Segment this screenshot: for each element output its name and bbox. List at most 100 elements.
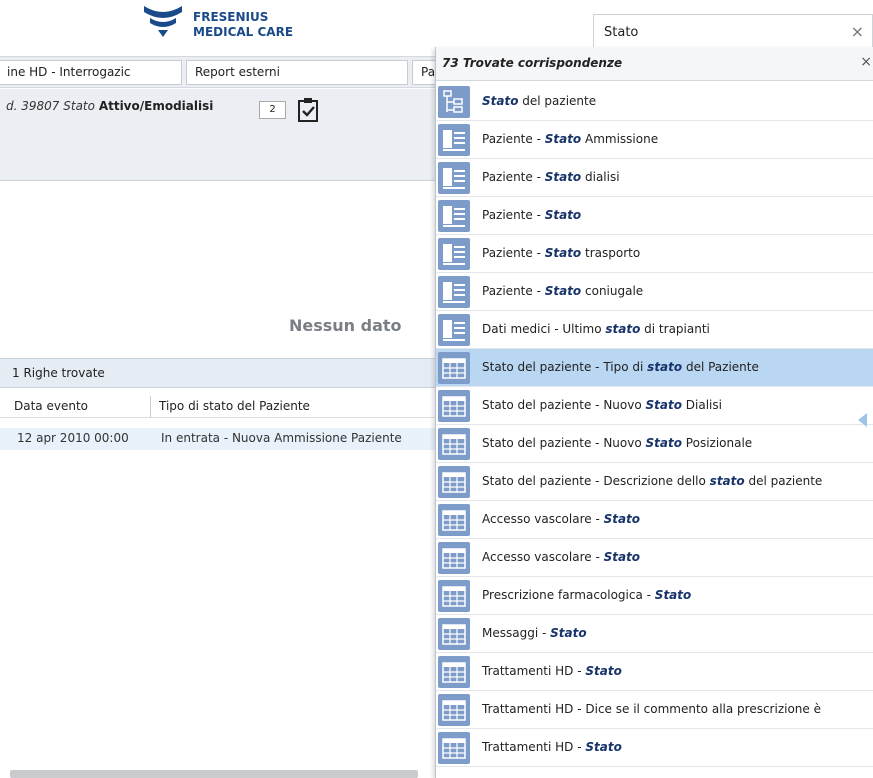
- grid-header: Data evento Tipo di stato del Paziente: [0, 396, 435, 418]
- form-icon: [438, 162, 470, 194]
- match-highlight: stato: [709, 474, 745, 488]
- count-badge[interactable]: 2: [259, 101, 286, 119]
- list-item[interactable]: Paziente - Stato coniugale: [436, 273, 873, 311]
- results-header: 73 Trovate corrispondenze ×: [436, 47, 873, 81]
- match-highlight: Stato: [544, 246, 582, 260]
- close-icon[interactable]: ×: [860, 54, 872, 70]
- label-prefix: Paziente -: [482, 208, 545, 222]
- label-suffix: di trapianti: [640, 322, 710, 336]
- tab-interrogazioni[interactable]: ine HD - Interrogazic: [0, 60, 182, 85]
- clipboard-check-icon[interactable]: [296, 97, 320, 123]
- table-icon: [438, 352, 470, 384]
- column-header-date[interactable]: Data evento: [14, 399, 88, 413]
- results-list: Stato del paziente Paziente - Stato Ammis…: [436, 83, 873, 767]
- list-item[interactable]: Stato del paziente - Nuovo Stato Dialisi: [436, 387, 873, 425]
- label-prefix: Trattamenti HD - Dice se il commento all…: [482, 702, 821, 716]
- label-suffix: del paziente: [744, 474, 823, 488]
- scroll-left-arrow-icon[interactable]: [858, 413, 867, 427]
- list-item-label: Stato del paziente - Tipo di stato del P…: [482, 360, 759, 374]
- list-item[interactable]: Trattamenti HD - Stato: [436, 729, 873, 767]
- match-highlight: Stato: [544, 132, 582, 146]
- toolbar-band: [0, 139, 435, 181]
- column-header-type[interactable]: Tipo di stato del Paziente: [159, 399, 310, 413]
- status-value: Attivo/Emodialisi: [98, 99, 214, 113]
- list-item[interactable]: Paziente - Stato Ammissione: [436, 121, 873, 159]
- patient-info-bar: d. 39807 Stato Attivo/Emodialisi 2: [0, 89, 435, 139]
- table-icon: [438, 466, 470, 498]
- label-suffix: coniugale: [581, 284, 644, 298]
- form-icon: [438, 314, 470, 346]
- match-highlight: Stato: [585, 664, 622, 678]
- search-results-dropdown: 73 Trovate corrispondenze × Stato del pa…: [435, 47, 873, 778]
- list-item-label: Prescrizione farmacologica - Stato: [482, 588, 691, 602]
- list-item-label: Stato del paziente: [482, 94, 596, 108]
- list-item[interactable]: Stato del paziente - Tipo di stato del P…: [436, 349, 873, 387]
- cell-type: In entrata - Nuova Ammissione Paziente: [161, 431, 402, 445]
- form-icon: [438, 276, 470, 308]
- label-prefix: Accesso vascolare -: [482, 512, 604, 526]
- tree-icon: [438, 86, 470, 118]
- list-item[interactable]: Messaggi - Stato: [436, 615, 873, 653]
- table-row[interactable]: 12 apr 2010 00:00 In entrata - Nuova Amm…: [0, 428, 435, 450]
- list-item[interactable]: Accesso vascolare - Stato: [436, 539, 873, 577]
- list-item-label: Paziente - Stato coniugale: [482, 284, 643, 298]
- table-icon: [438, 656, 470, 688]
- global-search: ×: [593, 14, 873, 50]
- list-item[interactable]: Trattamenti HD - Dice se il commento all…: [436, 691, 873, 729]
- list-item[interactable]: Paziente - Stato trasporto: [436, 235, 873, 273]
- label-suffix: dialisi: [581, 170, 620, 184]
- clear-search-icon[interactable]: ×: [851, 22, 864, 41]
- empty-message: Nessun dato: [289, 316, 402, 335]
- list-item[interactable]: Trattamenti HD - Stato: [436, 653, 873, 691]
- rows-found-bar: 1 Righe trovate: [0, 358, 435, 388]
- match-highlight: stato: [605, 322, 641, 336]
- label-suffix: del paziente: [518, 94, 597, 108]
- match-highlight: Stato: [645, 398, 682, 412]
- search-input[interactable]: [594, 15, 834, 49]
- table-icon: [438, 580, 470, 612]
- list-item[interactable]: Stato del paziente - Descrizione dello s…: [436, 463, 873, 501]
- list-item[interactable]: Stato del paziente - Nuovo Stato Posizio…: [436, 425, 873, 463]
- label-prefix: Paziente -: [482, 132, 545, 146]
- list-item[interactable]: Paziente - Stato: [436, 197, 873, 235]
- list-item-label: Trattamenti HD - Dice se il commento all…: [482, 702, 821, 716]
- list-item-label: Dati medici - Ultimo stato di trapianti: [482, 322, 710, 336]
- table-icon: [438, 618, 470, 650]
- list-item-label: Stato del paziente - Nuovo Stato Posizio…: [482, 436, 752, 450]
- form-icon: [438, 200, 470, 232]
- list-item[interactable]: Prescrizione farmacologica - Stato: [436, 577, 873, 615]
- list-item-label: Stato del paziente - Nuovo Stato Dialisi: [482, 398, 722, 412]
- status-label: Stato: [63, 99, 95, 113]
- results-count: 73 Trovate corrispondenze: [442, 56, 623, 70]
- label-prefix: Stato del paziente - Tipo di: [482, 360, 648, 374]
- list-item[interactable]: Accesso vascolare - Stato: [436, 501, 873, 539]
- list-item-label: Trattamenti HD - Stato: [482, 740, 622, 754]
- list-item[interactable]: Paziente - Stato dialisi: [436, 159, 873, 197]
- patient-info: d. 39807 Stato Attivo/Emodialisi: [6, 99, 213, 113]
- match-highlight: stato: [647, 360, 683, 374]
- list-item-label: Paziente - Stato dialisi: [482, 170, 620, 184]
- horizontal-scrollbar[interactable]: [10, 770, 418, 778]
- match-highlight: Stato: [544, 208, 582, 222]
- match-highlight: Stato: [603, 512, 641, 526]
- match-highlight: Stato: [544, 284, 582, 298]
- list-item[interactable]: Dati medici - Ultimo stato di trapianti: [436, 311, 873, 349]
- label-prefix: Stato del paziente - Nuovo: [482, 398, 646, 412]
- label-suffix: del Paziente: [682, 360, 759, 374]
- fresenius-logo-icon: [144, 6, 182, 37]
- brand-name: FRESENIUS MEDICAL CARE: [193, 10, 293, 40]
- table-icon: [438, 542, 470, 574]
- tab-report-esterni[interactable]: Report esterni: [186, 60, 408, 85]
- match-highlight: Stato: [544, 170, 582, 184]
- match-highlight: Stato: [654, 588, 692, 602]
- form-icon: [438, 124, 470, 156]
- list-item-label: Paziente - Stato trasporto: [482, 246, 640, 260]
- brand-line1: FRESENIUS: [193, 10, 269, 24]
- label-suffix: Posizionale: [681, 436, 753, 450]
- list-item[interactable]: Stato del paziente: [436, 83, 873, 121]
- label-suffix: Dialisi: [681, 398, 722, 412]
- label-prefix: Messaggi -: [482, 626, 551, 640]
- label-suffix: Ammissione: [581, 132, 659, 146]
- label-prefix: Trattamenti HD -: [482, 664, 586, 678]
- table-icon: [438, 428, 470, 460]
